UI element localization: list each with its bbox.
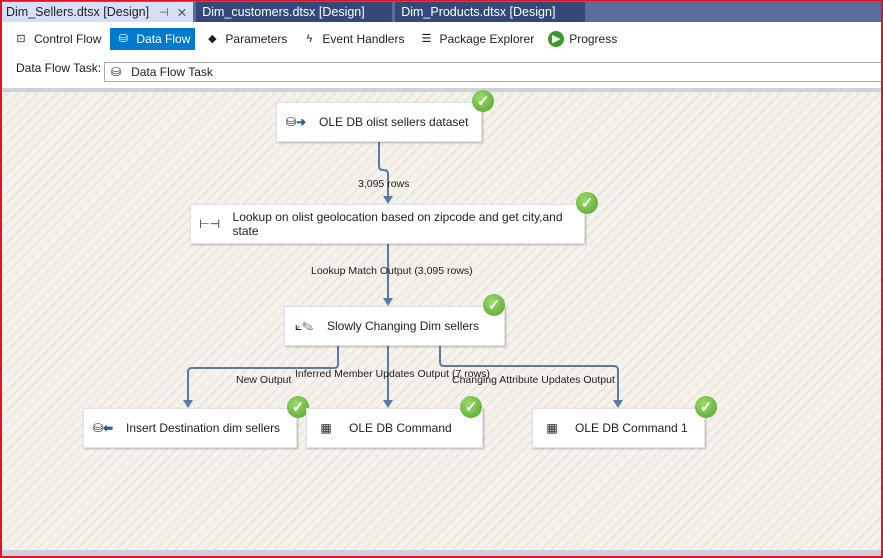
node-ole-db-command-1[interactable]: ▦ OLE DB Command 1 bbox=[532, 408, 705, 448]
lookup-icon: ⊢⊣ bbox=[199, 217, 221, 231]
success-check-icon: ✓ bbox=[460, 396, 482, 418]
node-ole-db-source[interactable]: ⛁ ➜ OLE DB olist sellers dataset bbox=[276, 102, 482, 142]
success-check-icon: ✓ bbox=[483, 294, 505, 316]
ole-db-command-icon: ▦ bbox=[320, 421, 332, 435]
node-scd[interactable]: ⟀✎ Slowly Changing Dim sellers bbox=[284, 306, 505, 346]
ole-db-destination-icon: ⛁ ⬅ bbox=[92, 421, 114, 435]
path-label: 3,095 rows bbox=[358, 178, 410, 190]
path-label: New Output bbox=[236, 374, 292, 386]
success-check-icon: ✓ bbox=[576, 192, 598, 214]
data-paths bbox=[183, 142, 623, 408]
node-ole-db-command[interactable]: ▦ OLE DB Command bbox=[306, 408, 483, 448]
ole-db-command-icon: ▦ bbox=[546, 421, 558, 435]
success-check-icon: ✓ bbox=[695, 396, 717, 418]
node-insert-destination[interactable]: ⛁ ⬅ Insert Destination dim sellers bbox=[83, 408, 297, 448]
scd-icon: ⟀✎ bbox=[294, 318, 314, 333]
ole-db-source-icon: ⛁ ➜ bbox=[285, 115, 307, 129]
path-label: Lookup Match Output (3,095 rows) bbox=[311, 265, 473, 277]
path-label: Changing Attribute Updates Output bbox=[452, 374, 615, 386]
node-lookup[interactable]: ⊢⊣ Lookup on olist geolocation based on z… bbox=[190, 204, 585, 244]
success-check-icon: ✓ bbox=[472, 90, 494, 112]
